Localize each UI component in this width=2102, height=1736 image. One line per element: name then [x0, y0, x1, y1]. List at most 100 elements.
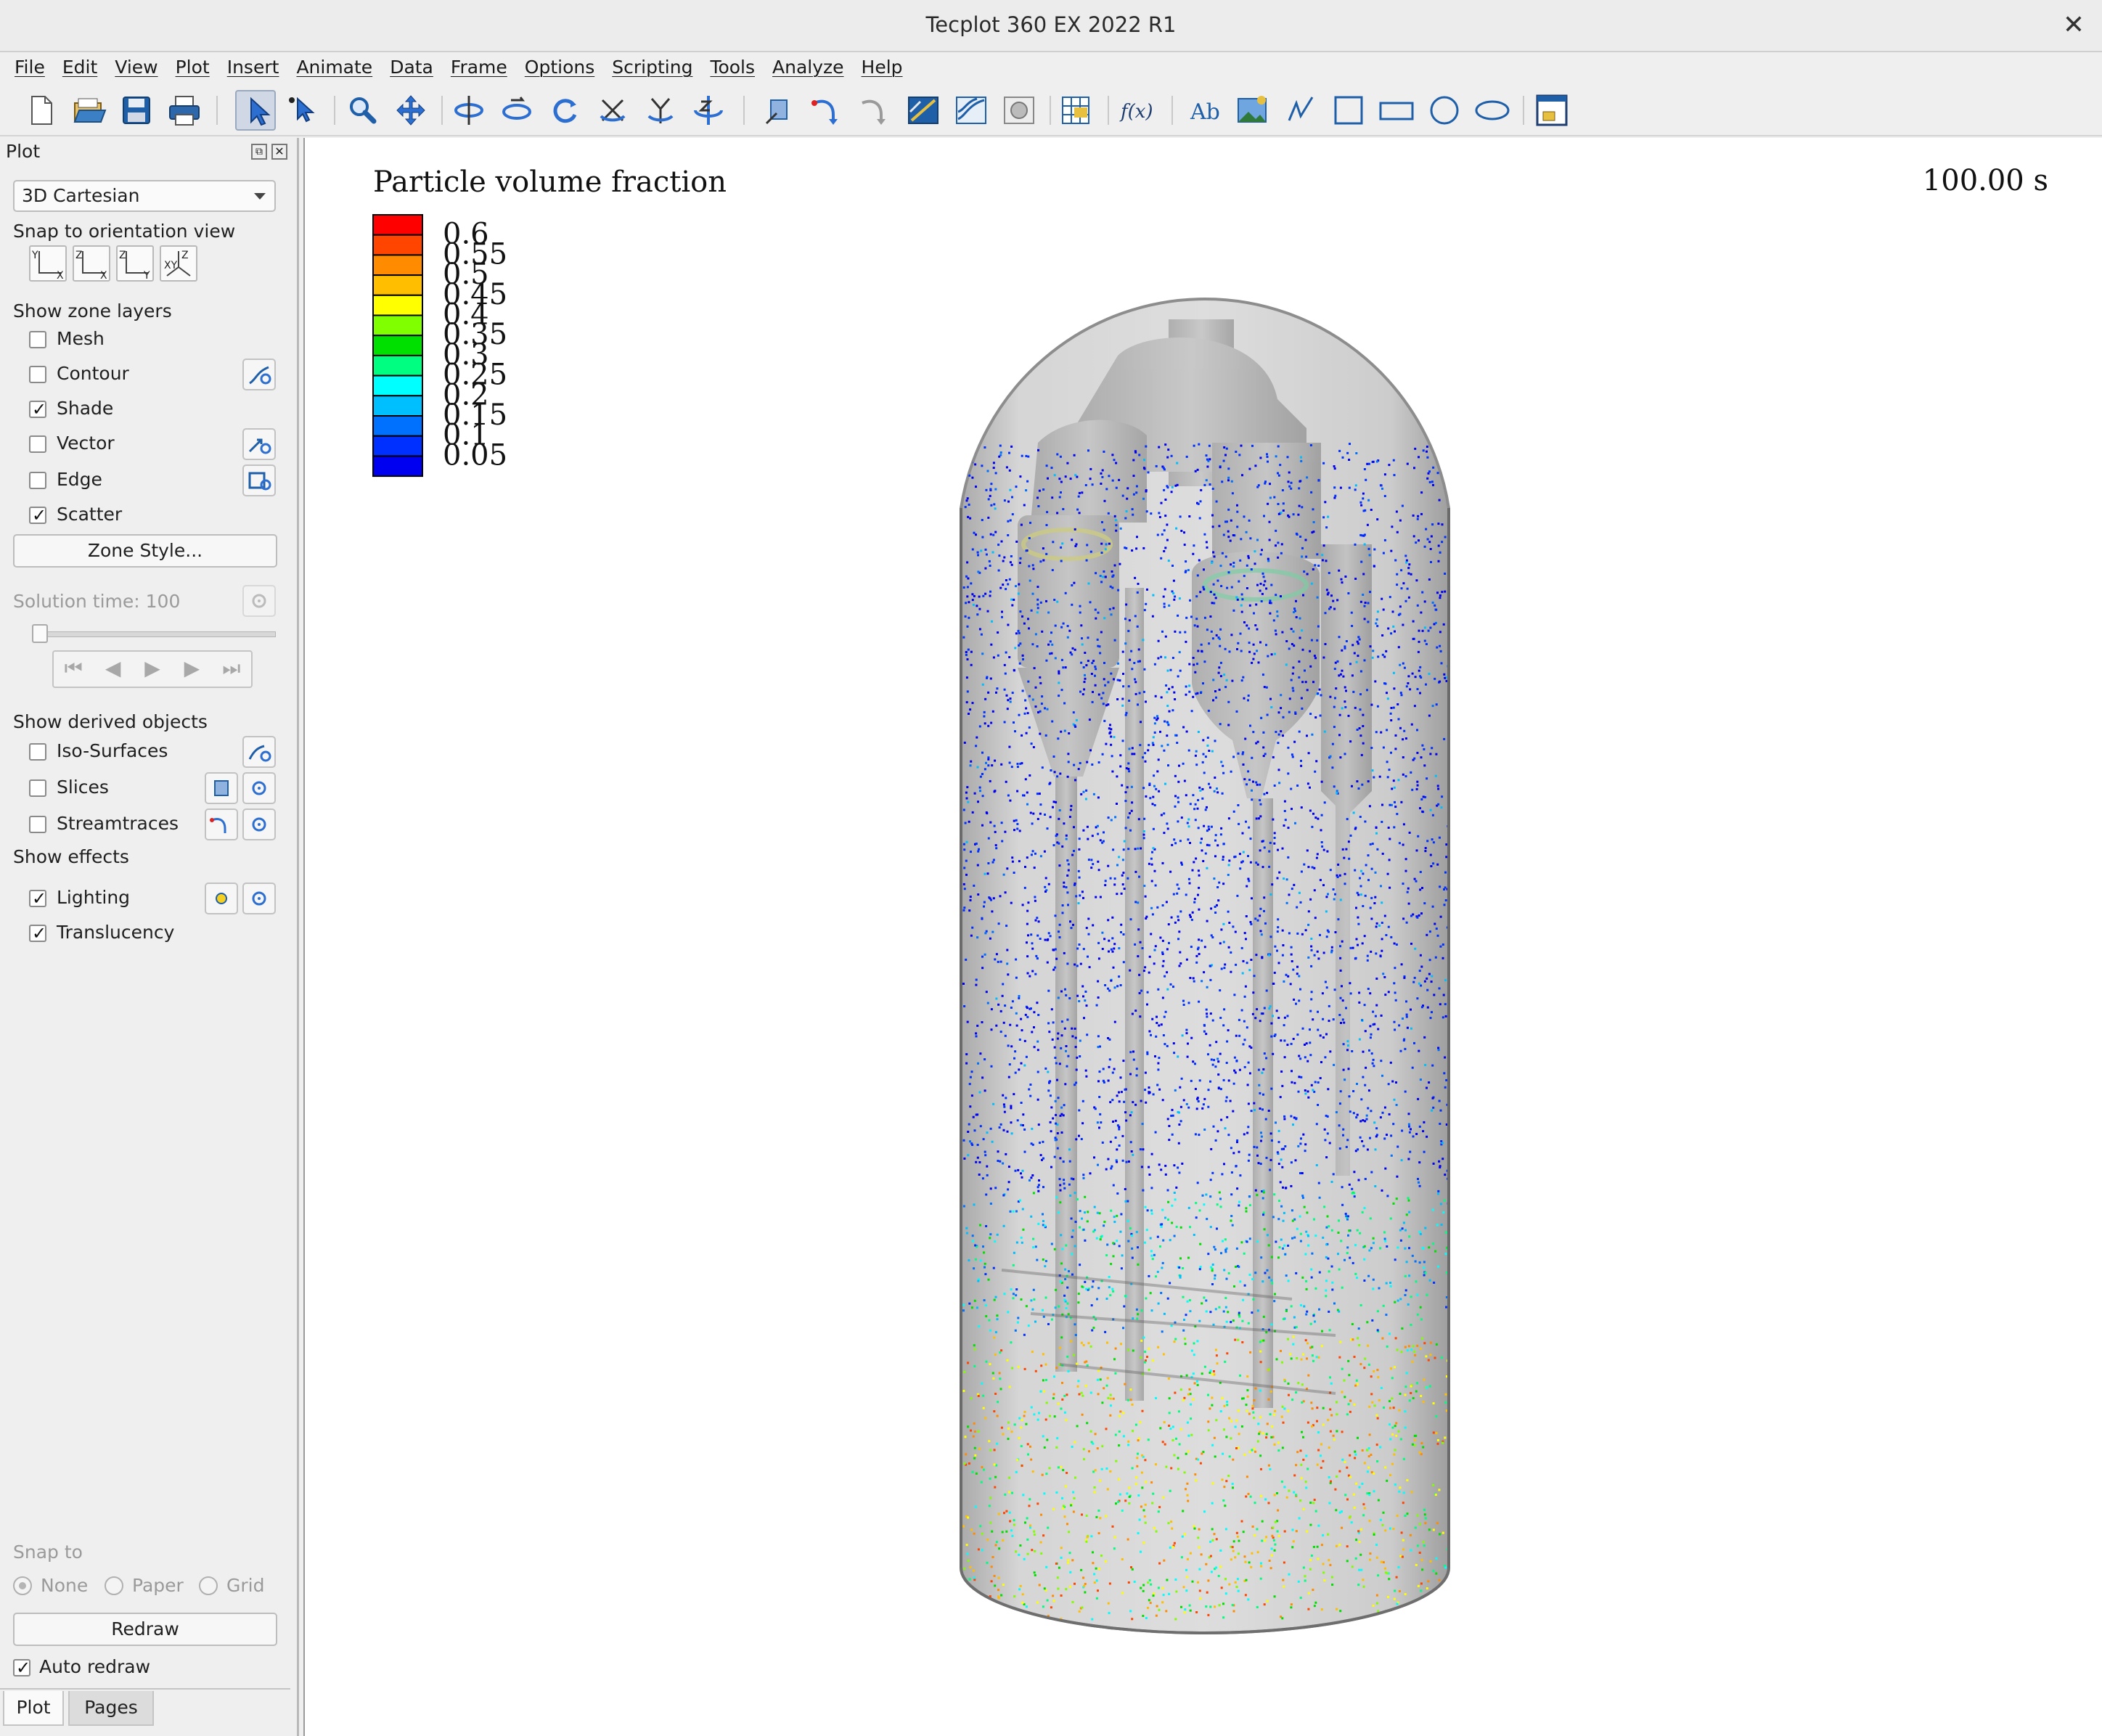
- step-forward-icon[interactable]: ▶: [172, 652, 211, 687]
- menu-scripting[interactable]: Scripting: [603, 52, 701, 83]
- time-slider-handle[interactable]: [32, 624, 48, 643]
- save-icon[interactable]: [116, 90, 157, 131]
- iso-surfaces-checkbox[interactable]: [29, 743, 46, 761]
- first-frame-icon[interactable]: ⏮: [54, 652, 93, 687]
- menu-options[interactable]: Options: [516, 52, 603, 83]
- rotate-twist-icon[interactable]: [544, 90, 585, 131]
- shade-checkbox[interactable]: [29, 399, 46, 419]
- print-icon[interactable]: [164, 90, 205, 131]
- equation-icon[interactable]: f(x): [1115, 90, 1156, 131]
- undock-icon[interactable]: ⧉: [251, 144, 267, 160]
- contour-settings-icon[interactable]: [242, 359, 276, 390]
- particle: [1201, 980, 1203, 983]
- plot-frame[interactable]: Particle volume fraction 0.6 0.55 0.5 0.45 0…: [303, 138, 2102, 1736]
- streamtraces-settings-icon[interactable]: [242, 808, 276, 840]
- slice-icon[interactable]: [903, 90, 944, 131]
- streamtrace-rake-icon[interactable]: [855, 90, 896, 131]
- snap-paper-radio[interactable]: [105, 1576, 123, 1595]
- frame-icon[interactable]: [1531, 90, 1572, 131]
- menu-edit[interactable]: Edit: [54, 52, 106, 83]
- lighting-add-icon[interactable]: [205, 883, 238, 914]
- particle: [1386, 1195, 1389, 1197]
- orient-iso-button[interactable]: Z XY: [160, 245, 197, 282]
- zone-style-button[interactable]: Zone Style...: [13, 534, 277, 568]
- menu-insert[interactable]: Insert: [218, 52, 288, 83]
- menu-help[interactable]: Help: [853, 52, 912, 83]
- last-frame-icon[interactable]: ⏭: [212, 652, 251, 687]
- slices-add-icon[interactable]: [205, 772, 238, 804]
- time-slider-track[interactable]: [32, 631, 276, 637]
- rotate-rollerball-icon[interactable]: [496, 90, 537, 131]
- particle: [1243, 697, 1246, 700]
- zone-select-icon[interactable]: [1055, 90, 1096, 131]
- particle: [1281, 847, 1284, 850]
- snap-grid-radio[interactable]: [199, 1576, 218, 1595]
- edge-settings-icon[interactable]: [242, 464, 276, 496]
- orient-xy-button[interactable]: YX: [29, 245, 67, 282]
- plot-type-dropdown[interactable]: 3D Cartesian: [13, 180, 276, 212]
- rotate-x-icon[interactable]: [592, 90, 633, 131]
- isosurface-icon[interactable]: [999, 90, 1039, 131]
- contour-checkbox[interactable]: [29, 366, 46, 383]
- menu-file[interactable]: File: [6, 52, 54, 83]
- edge-checkbox[interactable]: [29, 472, 46, 489]
- tab-plot[interactable]: Plot: [3, 1691, 64, 1726]
- ellipse-icon[interactable]: [1472, 90, 1513, 131]
- open-file-icon[interactable]: [68, 90, 109, 131]
- rectangle-icon[interactable]: [1376, 90, 1417, 131]
- lighting-checkbox[interactable]: [29, 888, 46, 909]
- zoom-icon[interactable]: [343, 90, 383, 131]
- image-icon[interactable]: [1232, 90, 1273, 131]
- scatter-checkbox[interactable]: [29, 505, 46, 525]
- adjustor-icon[interactable]: [283, 90, 324, 131]
- close-panel-icon[interactable]: ✕: [271, 144, 287, 160]
- mesh-checkbox[interactable]: [29, 331, 46, 348]
- probe-icon[interactable]: [759, 90, 800, 131]
- solution-time-settings-icon[interactable]: [242, 585, 276, 617]
- polyline-icon[interactable]: [1280, 90, 1321, 131]
- translucency-checkbox[interactable]: [29, 923, 46, 943]
- slices-checkbox[interactable]: [29, 779, 46, 797]
- orient-xz-button[interactable]: ZX: [73, 245, 110, 282]
- circle-icon[interactable]: [1424, 90, 1465, 131]
- vector-settings-icon[interactable]: [242, 428, 276, 460]
- particle: [1221, 552, 1224, 554]
- menu-plot[interactable]: Plot: [167, 52, 218, 83]
- streamtraces-checkbox[interactable]: [29, 816, 46, 833]
- menu-data[interactable]: Data: [381, 52, 442, 83]
- menu-view[interactable]: View: [106, 52, 166, 83]
- rotate-spherical-icon[interactable]: [449, 90, 489, 131]
- particle: [1216, 1227, 1218, 1230]
- redraw-button[interactable]: Redraw: [13, 1613, 277, 1646]
- streamtraces-add-icon[interactable]: [205, 808, 238, 840]
- menu-frame[interactable]: Frame: [442, 52, 516, 83]
- menu-animate[interactable]: Animate: [287, 52, 381, 83]
- vector-checkbox[interactable]: [29, 435, 46, 453]
- new-layout-icon[interactable]: [20, 90, 61, 131]
- plot-canvas[interactable]: Particle volume fraction 0.60.550.50.450…: [305, 138, 2102, 1736]
- particle: [1247, 695, 1250, 697]
- square-icon[interactable]: [1328, 90, 1369, 131]
- play-icon[interactable]: ▶: [133, 652, 172, 687]
- contour-icon[interactable]: [951, 90, 991, 131]
- particle: [1341, 1367, 1344, 1370]
- slices-settings-icon[interactable]: [242, 772, 276, 804]
- particle: [1099, 1378, 1102, 1381]
- translate-icon[interactable]: [390, 90, 431, 131]
- iso-surfaces-settings-icon[interactable]: [242, 736, 276, 768]
- orient-yz-button[interactable]: ZY: [116, 245, 154, 282]
- rotate-z-icon[interactable]: [688, 90, 729, 131]
- tab-pages[interactable]: Pages: [68, 1691, 154, 1726]
- close-icon[interactable]: ✕: [2056, 7, 2092, 44]
- lighting-settings-icon[interactable]: [242, 883, 276, 914]
- rotate-y-icon[interactable]: [640, 90, 681, 131]
- select-icon[interactable]: [235, 90, 276, 131]
- streamtrace-icon[interactable]: [807, 90, 848, 131]
- text-icon[interactable]: Ab: [1185, 90, 1225, 131]
- particle: [1341, 1430, 1344, 1433]
- step-back-icon[interactable]: ◀: [93, 652, 132, 687]
- snap-none-radio[interactable]: [13, 1576, 32, 1595]
- menu-tools[interactable]: Tools: [701, 52, 764, 83]
- auto-redraw-checkbox[interactable]: [13, 1658, 30, 1678]
- menu-analyze[interactable]: Analyze: [764, 52, 853, 83]
